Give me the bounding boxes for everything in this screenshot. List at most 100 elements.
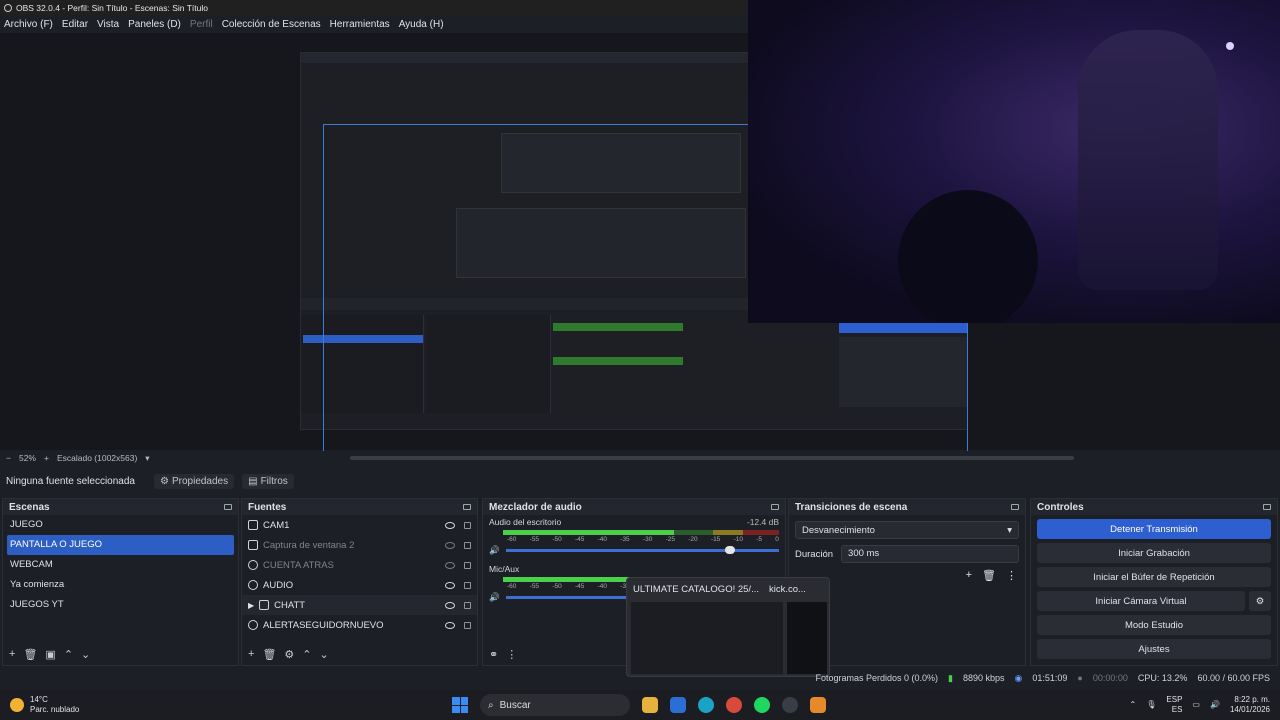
chevron-up-icon[interactable]: ⌃	[1130, 700, 1137, 710]
lock-icon[interactable]	[464, 521, 471, 529]
spotify-icon[interactable]	[754, 697, 770, 713]
scene-item[interactable]: PANTALLA O JUEGO	[7, 535, 234, 555]
move-up-icon[interactable]: ⌃	[64, 648, 73, 661]
scene-item[interactable]: Ya comienza	[3, 575, 238, 595]
dock-menu-icon[interactable]	[771, 504, 779, 510]
filter-icon[interactable]: ▣	[45, 648, 55, 661]
eye-icon[interactable]	[445, 581, 455, 589]
edge-icon[interactable]	[698, 697, 714, 713]
trash-icon[interactable]: 🗑	[262, 648, 276, 661]
link-icon[interactable]: ⚭	[489, 648, 498, 661]
kick-tab-title[interactable]: kick.co...	[769, 584, 806, 595]
source-item[interactable]: CUENTA ATRAS	[242, 555, 477, 575]
duration-input[interactable]: 300 ms	[841, 545, 1019, 563]
stop-stream-button[interactable]: Detener Transmisión	[1037, 519, 1271, 539]
windows-start-icon[interactable]	[452, 697, 468, 713]
virtual-camera-button[interactable]: Iniciar Cámara Virtual	[1037, 591, 1245, 611]
menu-herramientas[interactable]: Herramientas	[330, 19, 390, 30]
window-title: OBS 32.0.4 - Perfil: Sin Título - Escena…	[16, 2, 208, 13]
trash-icon[interactable]: 🗑	[982, 569, 996, 582]
speaker-icon[interactable]: 🔊	[489, 545, 500, 556]
dock-menu-icon[interactable]	[1011, 504, 1019, 510]
menu-ayuda[interactable]: Ayuda (H)	[399, 19, 444, 30]
scale-mode[interactable]: Escalado (1002x563)	[57, 453, 137, 463]
file-explorer-icon[interactable]	[642, 697, 658, 713]
properties-button[interactable]: ⚙ Propiedades	[154, 473, 235, 489]
volume-icon[interactable]: 🔊	[1210, 700, 1220, 710]
zoom-in-button[interactable]: +	[44, 453, 49, 463]
replay-buffer-button[interactable]: Iniciar el Búfer de Repetición	[1037, 567, 1271, 587]
studio-mode-button[interactable]: Modo Estudio	[1037, 615, 1271, 635]
app-icon[interactable]	[810, 697, 826, 713]
add-icon[interactable]: +	[9, 648, 15, 660]
microphone-icon[interactable]: 🎙	[1146, 700, 1156, 710]
lock-icon[interactable]	[464, 601, 471, 609]
menu-paneles[interactable]: Paneles (D)	[128, 19, 181, 30]
weather-widget[interactable]: 14°C Parc. nublado	[0, 695, 300, 715]
clock[interactable]: 8:22 p. m. 14/01/2026	[1230, 695, 1270, 715]
source-item[interactable]: ▶ CHATT	[242, 595, 477, 615]
eye-icon[interactable]	[445, 621, 455, 629]
globe-icon	[248, 560, 258, 570]
store-icon[interactable]	[670, 697, 686, 713]
start-recording-button[interactable]: Iniciar Grabación	[1037, 543, 1271, 563]
taskbar-preview-popup[interactable]: ULTIMATE CATALOGO! 25/... kick.co...	[626, 577, 830, 677]
speaker-icon[interactable]: 🔊	[489, 592, 500, 603]
chrome-tab-title[interactable]: ULTIMATE CATALOGO! 25/...	[633, 584, 759, 595]
source-item[interactable]: Captura de ventana 2	[242, 535, 477, 555]
lock-icon[interactable]	[464, 581, 471, 589]
move-down-icon[interactable]: ⌄	[81, 648, 90, 661]
obs-icon[interactable]	[782, 697, 798, 713]
scene-item[interactable]: WEBCAM	[3, 555, 238, 575]
eye-icon[interactable]	[445, 601, 455, 609]
eye-icon[interactable]	[445, 521, 455, 529]
menu-coleccion[interactable]: Colección de Escenas	[222, 19, 321, 30]
sources-dock: Fuentes CAM1 Captura de ventana 2 CUENTA…	[241, 498, 478, 666]
chevron-right-icon[interactable]: ▶	[248, 601, 254, 610]
dock-menu-icon[interactable]	[1263, 504, 1271, 510]
horizontal-scrollbar[interactable]	[350, 456, 1074, 460]
gear-icon[interactable]: ⚙	[284, 648, 294, 661]
scene-item[interactable]: JUEGO	[3, 515, 238, 535]
transitions-title: Transiciones de escena	[795, 501, 908, 513]
language-indicator[interactable]: ESP ES	[1166, 695, 1182, 715]
move-down-icon[interactable]: ⌄	[320, 648, 329, 661]
volume-slider[interactable]	[505, 546, 779, 554]
source-item[interactable]: CAM1	[242, 515, 477, 535]
lock-icon[interactable]	[464, 621, 471, 629]
dock-menu-icon[interactable]	[224, 504, 232, 510]
eye-off-icon[interactable]	[445, 541, 455, 549]
chevron-down-icon[interactable]: ▾	[145, 453, 149, 464]
eye-off-icon[interactable]	[445, 561, 455, 569]
menu-editar[interactable]: Editar	[62, 19, 88, 30]
taskbar-search[interactable]: ⌕ Buscar	[480, 694, 630, 716]
menu-perfil[interactable]: Perfil	[190, 19, 213, 30]
record-icon: ●	[1077, 673, 1083, 683]
window-thumbnail[interactable]	[631, 602, 783, 674]
menu-vista[interactable]: Vista	[97, 19, 119, 30]
lock-icon[interactable]	[464, 561, 471, 569]
scene-item[interactable]: JUEGOS YT	[3, 595, 238, 615]
settings-button[interactable]: Ajustes	[1037, 639, 1271, 659]
trash-icon[interactable]: 🗑	[23, 648, 37, 661]
transition-select[interactable]: Desvanecimiento ▾	[795, 521, 1019, 539]
scenes-title: Escenas	[9, 501, 50, 513]
more-icon[interactable]: ⋮	[506, 648, 517, 661]
chrome-icon[interactable]	[726, 697, 742, 713]
menu-archivo[interactable]: Archivo (F)	[4, 19, 53, 30]
lock-icon[interactable]	[464, 541, 471, 549]
move-up-icon[interactable]: ⌃	[302, 648, 311, 661]
filters-button[interactable]: ▤ Filtros	[242, 473, 294, 489]
add-icon[interactable]: +	[966, 569, 972, 582]
window-thumbnail[interactable]	[787, 602, 827, 674]
network-icon[interactable]: ▭	[1192, 700, 1200, 710]
zoom-out-button[interactable]: −	[6, 453, 11, 463]
source-item[interactable]: AUDIO	[242, 575, 477, 595]
gear-icon[interactable]: ⚙	[1249, 591, 1271, 611]
volume-meter	[503, 530, 779, 535]
source-item[interactable]: ALERTASEGUIDORNUEVO	[242, 615, 477, 635]
signal-icon: ▮	[948, 672, 953, 683]
add-icon[interactable]: +	[248, 648, 254, 660]
more-icon[interactable]: ⋮	[1006, 569, 1017, 582]
dock-menu-icon[interactable]	[463, 504, 471, 510]
